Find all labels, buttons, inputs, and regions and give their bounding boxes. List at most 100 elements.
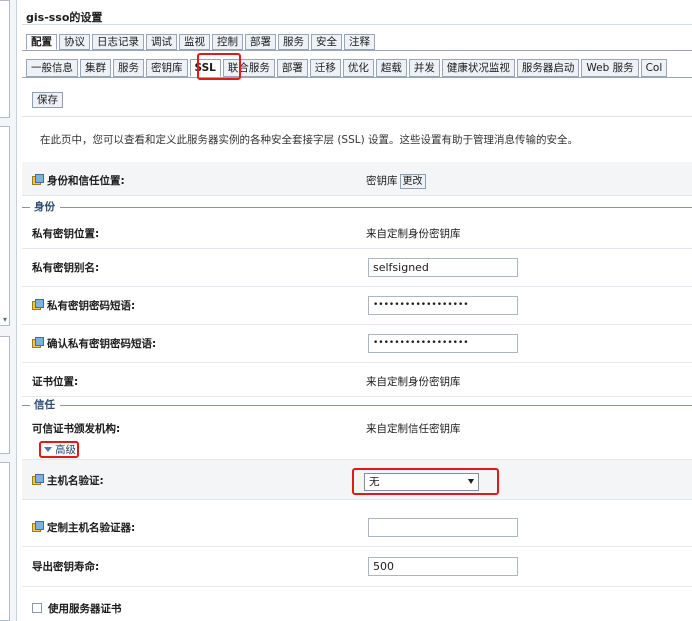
secondary-tabs: 一般信息 集群 服务 密钥库 SSL 联合服务 部署 迁移 优化 超载 并发 健康状况监视 服务器启动 W… [26, 59, 669, 77]
change-button[interactable]: 更改 [399, 174, 426, 189]
sidebar-scroll-icon[interactable]: ▾ [0, 315, 10, 325]
identity-trust-row: 身份和信任位置: 密钥库 更改 [22, 162, 692, 196]
hostname-verification-label: 主机名验证: [32, 473, 104, 488]
dropdown-arrow-icon [468, 479, 474, 484]
custom-hostname-verifier-row: 定制主机名验证器: [22, 507, 692, 547]
use-server-certs-text: 使用服务器证书 [48, 603, 122, 615]
custom-hostname-verifier-input[interactable] [368, 518, 518, 537]
save-button[interactable]: 保存 [32, 92, 63, 108]
custom-hostname-verifier-label: 定制主机名验证器: [32, 520, 135, 535]
config-info-icon [32, 521, 44, 532]
section-line [60, 405, 692, 406]
use-server-certs-checkbox[interactable] [32, 603, 42, 613]
private-key-location-label: 私有密钥位置: [32, 228, 100, 240]
secondary-tab[interactable]: 超载 [375, 59, 407, 77]
primary-tab[interactable]: 日志记录 [92, 34, 144, 50]
secondary-tab[interactable]: Col [640, 59, 668, 77]
export-key-lifespan-label: 导出密钥寿命: [32, 561, 100, 573]
confirm-passphrase-label: 确认私有密钥密码短语: [32, 336, 156, 351]
secondary-tab[interactable]: 部署 [276, 59, 308, 77]
hostname-verification-row: 主机名验证: [22, 460, 692, 500]
secondary-tab[interactable]: 迁移 [309, 59, 341, 77]
primary-tab[interactable]: 服务 [278, 34, 309, 50]
trusted-ca-value: 来自定制信任密钥库 [366, 423, 461, 435]
config-info-icon [32, 474, 44, 485]
passphrase-label: 私有密钥密码短语: [32, 298, 135, 313]
secondary-tab[interactable]: 服务 [113, 59, 144, 77]
primary-tab[interactable]: 部署 [245, 34, 276, 50]
hostname-verification-label-text: 主机名验证: [47, 475, 104, 487]
cert-location-row: 证书位置: 来自定制身份密钥库 [22, 363, 692, 397]
intro-text: 在此页中，您可以查看和定义此服务器实例的各种安全套接字层 (SSL) 设置。这些… [40, 134, 579, 146]
section-line [60, 207, 692, 208]
secondary-tab[interactable]: SSL [189, 59, 221, 77]
secondary-tab[interactable]: 联合服务 [222, 59, 275, 77]
section-title: 信任 [34, 399, 55, 411]
identity-trust-label: 身份和信任位置: [32, 173, 125, 188]
section-trust: 信任 [22, 399, 692, 411]
config-info-icon [32, 299, 44, 310]
private-key-alias-row: 私有密钥别名: selfsigned [22, 249, 692, 287]
divider [22, 24, 692, 25]
export-key-lifespan-input[interactable]: 500 [368, 557, 518, 576]
primary-tab[interactable]: 注释 [344, 34, 375, 50]
settings-main: gis-sso的设置 配置 协议 日志记录 调试 监视 控制 部署 服务 安全 注释 一般信息 集群… [18, 0, 692, 621]
primary-tab[interactable]: 监视 [179, 34, 210, 50]
secondary-tab[interactable]: 服务器启动 [516, 59, 580, 77]
trusted-ca-label: 可信证书颁发机构: [32, 423, 121, 435]
identity-trust-value-text: 密钥库 [366, 175, 398, 187]
primary-tab[interactable]: 控制 [212, 34, 243, 50]
sidebar-panel-edge [0, 126, 10, 326]
config-info-icon [32, 337, 44, 348]
use-server-certs-label[interactable]: 使用服务器证书 [32, 601, 122, 616]
private-key-location-value: 来自定制身份密钥库 [366, 228, 461, 240]
expand-arrow-icon [44, 447, 52, 452]
screen: ▾ gis-sso的设置 配置 协议 日志记录 调试 监视 控制 部署 服务 安全 注释 一般信息… [0, 0, 692, 621]
primary-tab[interactable]: 协议 [59, 34, 90, 50]
cert-location-label: 证书位置: [32, 376, 79, 388]
left-sidebar-edge: ▾ [0, 0, 17, 621]
secondary-tab[interactable]: 健康状况监视 [441, 59, 515, 77]
primary-tab[interactable]: 配置 [26, 34, 57, 50]
passphrase-input[interactable]: •••••••••••••••••• [368, 296, 518, 315]
secondary-tab[interactable]: 集群 [80, 59, 111, 77]
secondary-tab[interactable]: 并发 [408, 59, 440, 77]
use-server-certs-row: 使用服务器证书 [22, 594, 692, 620]
confirm-passphrase-input[interactable]: •••••••••••••••••• [368, 334, 518, 353]
export-key-lifespan-row: 导出密钥寿命: 500 [22, 547, 692, 587]
identity-trust-label-text: 身份和信任位置: [47, 175, 125, 187]
divider [22, 116, 692, 117]
primary-tabs: 配置 协议 日志记录 调试 监视 控制 部署 服务 安全 注释 [26, 34, 377, 50]
config-info-icon [32, 174, 44, 185]
custom-hostname-verifier-label-text: 定制主机名验证器: [47, 522, 136, 534]
sidebar-panel-edge [0, 336, 10, 454]
secondary-tab[interactable]: 一般信息 [26, 59, 78, 77]
secondary-tab[interactable]: 密钥库 [146, 59, 188, 77]
trusted-ca-row: 可信证书颁发机构: 来自定制信任密钥库 [22, 413, 692, 441]
section-line [22, 405, 30, 406]
passphrase-label-text: 私有密钥密码短语: [47, 300, 136, 312]
secondary-tab[interactable]: Web 服务 [581, 59, 639, 77]
private-key-alias-label: 私有密钥别名: [32, 262, 100, 274]
secondary-tab[interactable]: 优化 [342, 59, 374, 77]
cert-location-value: 来自定制身份密钥库 [366, 376, 461, 388]
hostname-verification-select[interactable]: 无 [364, 473, 479, 491]
identity-trust-value: 密钥库 更改 [366, 173, 426, 189]
confirm-passphrase-label-text: 确认私有密钥密码短语: [47, 338, 157, 350]
advanced-toggle[interactable]: 高级 [44, 444, 76, 456]
private-key-alias-input[interactable]: selfsigned [368, 258, 518, 277]
advanced-label: 高级 [55, 444, 76, 456]
hostname-verification-selected: 无 [369, 476, 380, 488]
divider [22, 50, 692, 51]
sidebar-panel-edge [0, 0, 10, 118]
section-identity: 身份 [22, 201, 692, 213]
primary-tab[interactable]: 调试 [146, 34, 177, 50]
page-title: gis-sso的设置 [26, 11, 103, 24]
section-title: 身份 [34, 201, 55, 213]
confirm-passphrase-row: 确认私有密钥密码短语: •••••••••••••••••• [22, 325, 692, 363]
sidebar-panel-edge [0, 462, 10, 621]
primary-tab[interactable]: 安全 [311, 34, 342, 50]
passphrase-row: 私有密钥密码短语: •••••••••••••••••• [22, 287, 692, 325]
private-key-location-row: 私有密钥位置: 来自定制身份密钥库 [22, 215, 692, 249]
divider [22, 77, 692, 78]
